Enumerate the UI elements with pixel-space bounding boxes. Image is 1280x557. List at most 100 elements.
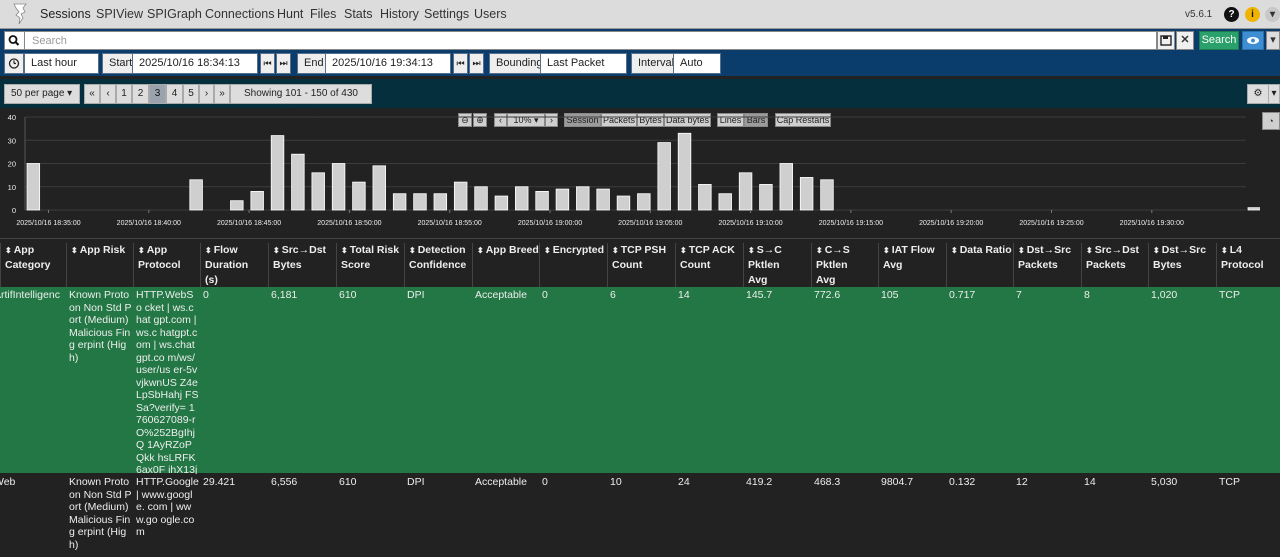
nav-files[interactable]: Files: [310, 7, 336, 21]
column-header[interactable]: ⬍ TCP PSH Count: [607, 243, 675, 287]
column-header[interactable]: ⬍ Data Ratio: [946, 243, 1013, 287]
time-range-select[interactable]: Last hour: [24, 53, 99, 74]
column-header[interactable]: ⬍ IAT Flow Avg: [878, 243, 946, 287]
bounding-select[interactable]: Last Packet: [540, 53, 627, 74]
dropdown-caret-icon[interactable]: ▾: [1266, 31, 1280, 50]
histogram-bar[interactable]: [759, 184, 773, 211]
chart-options-icon[interactable]: ◔: [1262, 112, 1280, 130]
column-header[interactable]: ⬍ Dst→Src Bytes: [1148, 243, 1216, 287]
histogram-bar[interactable]: [311, 172, 325, 211]
histogram-bar[interactable]: [718, 193, 732, 211]
histogram-bar[interactable]: [820, 179, 834, 211]
nav-hunt[interactable]: Hunt: [277, 7, 303, 21]
page-last[interactable]: »: [214, 84, 230, 104]
histogram-bar[interactable]: [392, 193, 407, 211]
histogram-bar[interactable]: [1247, 207, 1260, 211]
histogram-bar[interactable]: [657, 142, 671, 211]
nav-connections[interactable]: Connections: [205, 7, 275, 21]
nav-settings[interactable]: Settings: [424, 7, 469, 21]
histogram-bar[interactable]: [433, 193, 448, 211]
histogram-bar[interactable]: [779, 163, 793, 211]
histogram-bar[interactable]: [26, 163, 41, 211]
histogram-bar[interactable]: [230, 200, 244, 211]
histogram-bar[interactable]: [535, 191, 549, 211]
histogram-bar[interactable]: [596, 188, 610, 211]
table-cell: 10: [610, 476, 622, 488]
table-cell: 6: [610, 289, 616, 301]
end-prev-icon[interactable]: ⏮: [453, 53, 468, 74]
histogram-bar[interactable]: [474, 186, 488, 211]
histogram-bar[interactable]: [616, 195, 631, 211]
column-header[interactable]: ⬍ Src→Dst Packets: [1081, 243, 1148, 287]
page-first[interactable]: «: [84, 84, 100, 104]
histogram-bar[interactable]: [677, 132, 692, 211]
column-header[interactable]: ⬍ App Breed: [472, 243, 539, 287]
nav-stats[interactable]: Stats: [344, 7, 373, 21]
page-1[interactable]: 1: [116, 84, 132, 104]
x-tick-label: 2025/10/16 18:40:00: [117, 220, 181, 227]
nav-spigraph[interactable]: SPIGraph: [147, 7, 202, 21]
column-header[interactable]: ⬍ Dst→Src Packets: [1013, 243, 1081, 287]
histogram-bar[interactable]: [413, 193, 427, 211]
histogram-bar[interactable]: [352, 181, 366, 211]
page-2[interactable]: 2: [132, 84, 149, 104]
info-circle-icon[interactable]: i: [1245, 7, 1260, 22]
page-next[interactable]: ›: [199, 84, 214, 104]
clear-icon[interactable]: ✕: [1176, 31, 1194, 50]
histogram-bar[interactable]: [270, 135, 285, 211]
nav-users[interactable]: Users: [474, 7, 507, 21]
question-circle-icon[interactable]: ?: [1224, 7, 1239, 22]
histogram-bar[interactable]: [250, 191, 264, 211]
start-next-icon[interactable]: ⏭: [276, 53, 291, 74]
column-header[interactable]: ⬍ Encrypted: [539, 243, 607, 287]
histogram-bar[interactable]: [291, 153, 305, 211]
interval-select[interactable]: Auto: [673, 53, 721, 74]
column-header[interactable]: ⬍ S→C Pktlen Avg: [743, 243, 811, 287]
column-header[interactable]: ⬍ Flow Duration (s): [200, 243, 268, 287]
column-header[interactable]: ⬍ Total Risk Score: [336, 243, 404, 287]
histogram-bar[interactable]: [515, 186, 529, 211]
table-row[interactable]: Web Known Proto on Non Std P ort (Medium)…: [0, 474, 1280, 557]
per-page-select[interactable]: 50 per page ▾: [4, 84, 80, 104]
save-icon[interactable]: [1157, 31, 1175, 50]
gear-caret-icon[interactable]: ▾: [1268, 84, 1280, 104]
owl-logo-icon[interactable]: [8, 2, 32, 26]
column-header[interactable]: ⬍ C→S Pktlen Avg: [811, 243, 878, 287]
sort-icon: ⬍: [544, 246, 551, 255]
start-prev-icon[interactable]: ⏮: [260, 53, 275, 74]
page-4[interactable]: 4: [166, 84, 183, 104]
histogram-bar[interactable]: [331, 163, 346, 211]
column-header[interactable]: ⬍ Detection Confidence: [404, 243, 472, 287]
user-menu-icon[interactable]: ▾: [1265, 7, 1280, 22]
histogram-bar[interactable]: [576, 186, 590, 211]
search-input[interactable]: [24, 31, 1157, 50]
nav-history[interactable]: History: [380, 7, 419, 21]
page-3-current[interactable]: 3: [149, 84, 166, 104]
column-header[interactable]: ⬍ App Protocol: [133, 243, 200, 287]
end-time-input[interactable]: 2025/10/16 19:34:13: [325, 53, 451, 74]
eye-icon[interactable]: [1242, 31, 1264, 50]
page-prev[interactable]: ‹: [100, 84, 116, 104]
column-header[interactable]: ⬍ App Category: [0, 243, 66, 287]
column-header[interactable]: ⬍ App Risk: [66, 243, 133, 287]
page-5[interactable]: 5: [183, 84, 199, 104]
column-header[interactable]: ⬍ Src→Dst Bytes: [268, 243, 336, 287]
histogram-bar[interactable]: [453, 181, 468, 211]
nav-spiview[interactable]: SPIView: [96, 7, 143, 21]
gear-icon[interactable]: ⚙: [1247, 84, 1269, 104]
histogram-bar[interactable]: [555, 188, 570, 211]
nav-sessions[interactable]: Sessions: [40, 7, 91, 21]
column-header[interactable]: ⬍ L4 Protocol: [1216, 243, 1280, 287]
search-button[interactable]: Search: [1199, 31, 1239, 50]
column-header[interactable]: ⬍ TCP ACK Count: [675, 243, 743, 287]
histogram-bar[interactable]: [637, 193, 651, 211]
start-time-input[interactable]: 2025/10/16 18:34:13: [132, 53, 258, 74]
table-row[interactable]: ArtifIntelligenc Known Proto on Non Std P…: [0, 287, 1280, 501]
histogram-bar[interactable]: [698, 184, 712, 211]
end-next-icon[interactable]: ⏭: [469, 53, 484, 74]
histogram-bar[interactable]: [738, 172, 753, 211]
histogram-bar[interactable]: [372, 165, 386, 211]
histogram-bar[interactable]: [494, 195, 509, 211]
histogram-bar[interactable]: [799, 177, 814, 211]
histogram-bar[interactable]: [189, 179, 203, 211]
